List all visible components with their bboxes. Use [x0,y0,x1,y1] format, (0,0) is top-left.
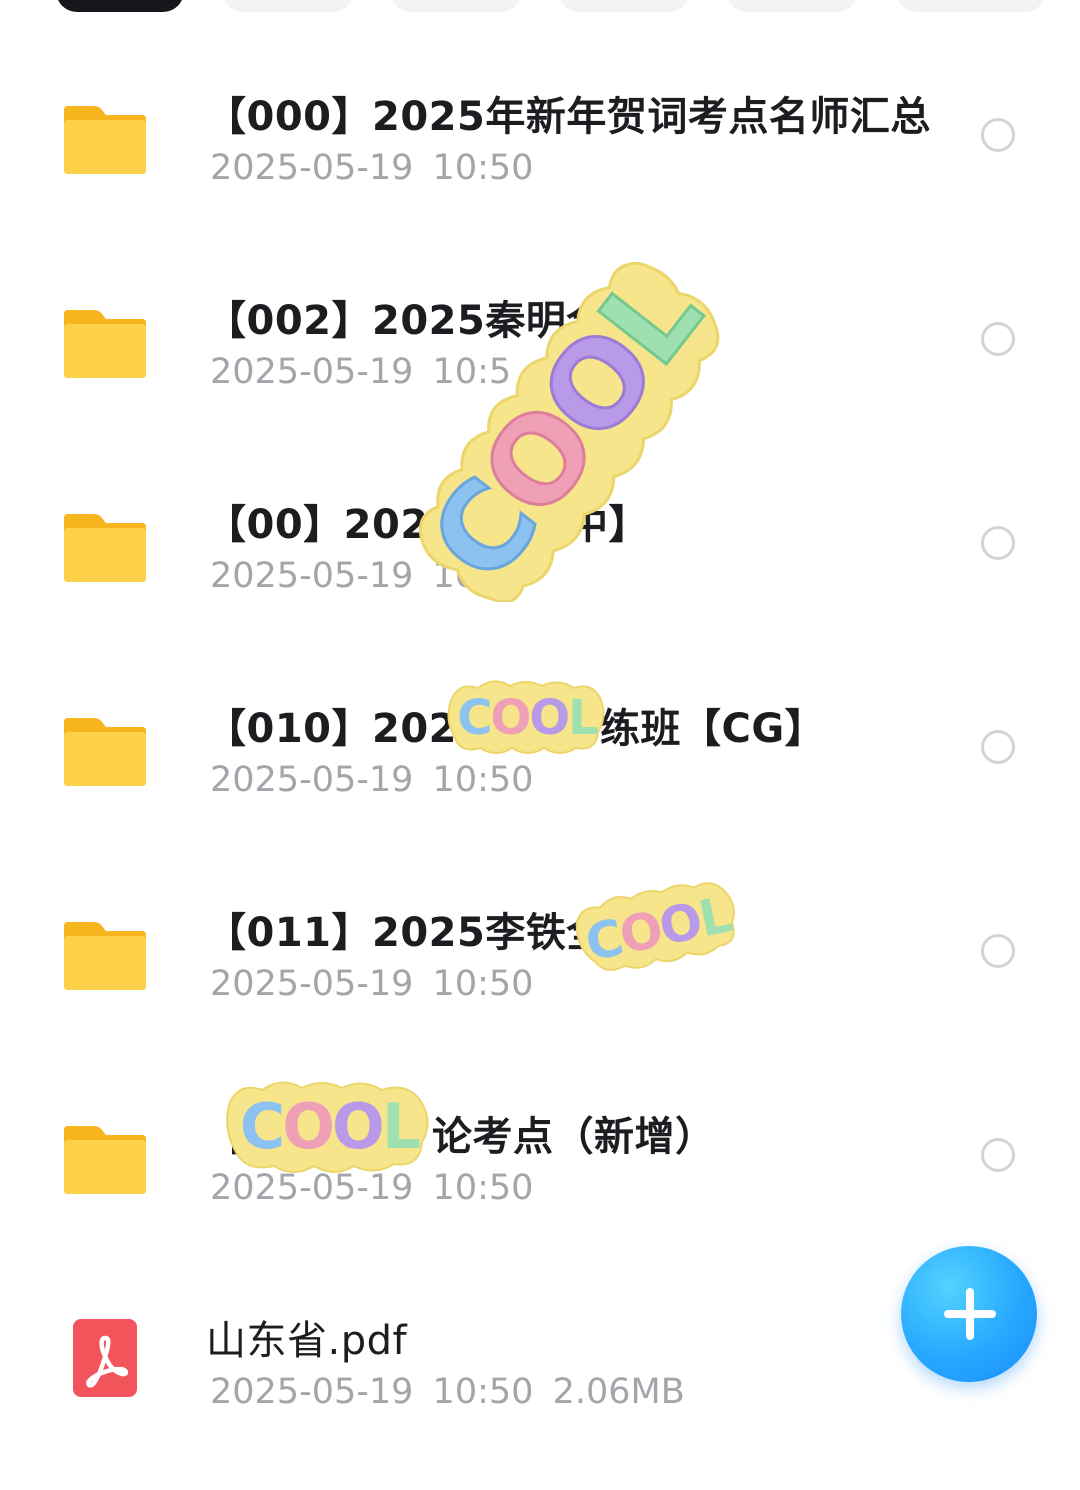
filter-tab[interactable] [558,0,690,12]
select-checkbox[interactable] [981,730,1015,764]
cool-sticker-text: COOL [405,262,726,602]
filter-tab[interactable] [896,0,1046,12]
select-checkbox[interactable] [981,118,1015,152]
file-row[interactable]: 【000】2025年新年贺词考点名师汇总 2025-05-19 10:50 [0,62,1080,266]
cool-sticker-medium: COOL [226,1081,429,1173]
file-meta: 2025-05-19 10:50 [210,964,533,1004]
file-time: 10:50 [432,964,534,1004]
file-row[interactable]: 【 论考点（新增） 2025-05-19 10:50 [0,1082,1080,1286]
svg-text:COOL: COOL [240,1090,420,1163]
folder-icon [64,310,146,378]
file-meta: 2025-05-19 10:50 2.06MB [210,1372,685,1412]
file-time: 10:50 [432,1168,534,1208]
cool-sticker-large: COOL [405,262,727,602]
select-checkbox[interactable] [981,1138,1015,1172]
add-button[interactable] [901,1246,1037,1382]
plus-icon [966,1288,974,1340]
file-meta: 2025-05-19 10:50 [210,760,533,800]
folder-icon [64,922,146,990]
file-date: 2025-05-19 [210,760,414,800]
file-name-tail: 论考点（新增） [432,1114,716,1160]
file-date: 2025-05-19 [210,352,414,392]
filter-tab[interactable] [390,0,522,12]
file-date: 2025-05-19 [210,148,414,188]
filter-tab-strip [0,0,1080,14]
file-time: 10:50 [432,1372,534,1412]
file-size: 2.06MB [552,1372,685,1412]
file-row[interactable]: 【011】2025李铁全年 2025-05-19 10:50 [0,878,1080,1082]
file-name: 山东省.pdf [206,1318,408,1364]
file-time: 10:50 [432,148,534,188]
filter-tab[interactable] [222,0,354,12]
folder-icon [64,1126,146,1194]
file-name-tail: 练班【CG】 [600,706,826,752]
file-date: 2025-05-19 [210,964,414,1004]
filter-tab-active[interactable] [56,0,184,12]
cool-sticker-small: COOL [447,680,605,754]
file-date: 2025-05-19 [210,556,414,596]
svg-text:COOL: COOL [457,690,598,746]
file-date: 2025-05-19 [210,1372,414,1412]
file-meta: 2025-05-19 10:50 [210,148,533,188]
folder-icon [64,514,146,582]
folder-icon [64,718,146,786]
select-checkbox[interactable] [981,934,1015,968]
file-time: 10:50 [432,760,534,800]
cool-sticker-small: COOL [575,882,736,973]
select-checkbox[interactable] [981,526,1015,560]
folder-icon [64,106,146,174]
file-name: 【000】2025年新年贺词考点名师汇总 [206,94,931,140]
filter-tab[interactable] [726,0,858,12]
pdf-icon [73,1319,137,1397]
select-checkbox[interactable] [981,322,1015,356]
